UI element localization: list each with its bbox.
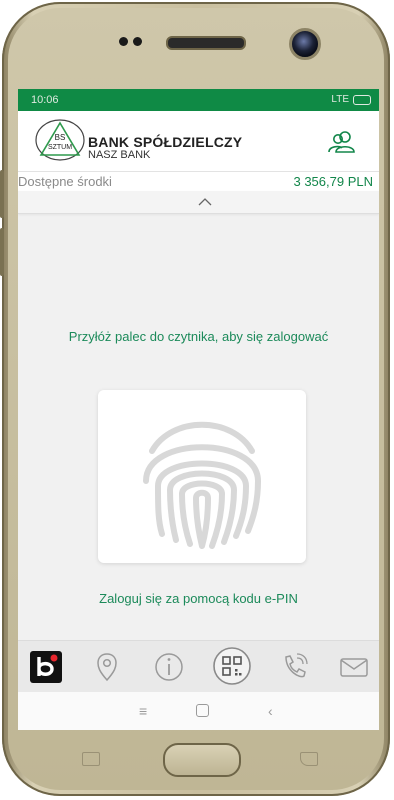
back-icon[interactable]: ‹ [268, 703, 273, 719]
bank-name: BANK SPÓŁDZIELCZY [88, 134, 243, 150]
volume-button [0, 228, 4, 276]
fingerprint-prompt: Przyłóż palec do czytnika, aby się zalog… [68, 329, 329, 344]
bank-subtitle: NASZ BANK [88, 149, 151, 161]
blik-icon[interactable] [28, 649, 64, 685]
logo-text-bottom: SZTUM [48, 144, 72, 151]
bank-logo[interactable]: BS SZTUM [34, 118, 86, 162]
balance-bar[interactable]: Dostępne środki 3 356,79 PLN [18, 172, 379, 192]
recents-key [82, 752, 100, 766]
app-header: BS SZTUM BANK SPÓŁDZIELCZY NASZ BANK [18, 111, 379, 172]
expand-toggle[interactable] [18, 191, 379, 214]
sensor-dot [133, 37, 142, 46]
recents-icon[interactable]: ≡ [139, 703, 147, 719]
status-bar: 10:06 LTE [18, 89, 379, 111]
home-icon[interactable] [196, 704, 209, 717]
qr-code-icon[interactable] [212, 646, 252, 686]
back-key [300, 752, 318, 766]
mail-icon[interactable] [336, 649, 372, 685]
logo-text-top: BS [55, 133, 66, 142]
info-icon[interactable] [151, 649, 187, 685]
battery-icon [353, 95, 371, 105]
fingerprint-icon [143, 421, 262, 549]
earpiece-speaker [166, 36, 246, 50]
status-time: 10:06 [31, 94, 59, 106]
sensor-dot [119, 37, 128, 46]
volume-button [0, 170, 4, 218]
epin-login-link[interactable]: Zaloguj się za pomocą kodu e-PIN [48, 591, 349, 606]
bottom-nav [18, 640, 379, 692]
home-button [163, 743, 241, 777]
fingerprint-card[interactable] [98, 390, 306, 563]
balance-value: 3 356,79 PLN [293, 174, 373, 189]
network-indicator: LTE [331, 94, 349, 105]
balance-label: Dostępne środki [18, 174, 112, 189]
users-icon[interactable] [327, 130, 357, 154]
app-screen: 10:06 LTE BS SZTUM BANK SPÓŁDZIELCZY NAS… [18, 89, 379, 730]
chevron-up-icon [198, 198, 212, 206]
location-pin-icon[interactable] [89, 649, 125, 685]
front-camera [289, 28, 321, 60]
phone-icon[interactable] [276, 649, 312, 685]
android-nav-bar: ≡ ‹ [18, 692, 379, 730]
